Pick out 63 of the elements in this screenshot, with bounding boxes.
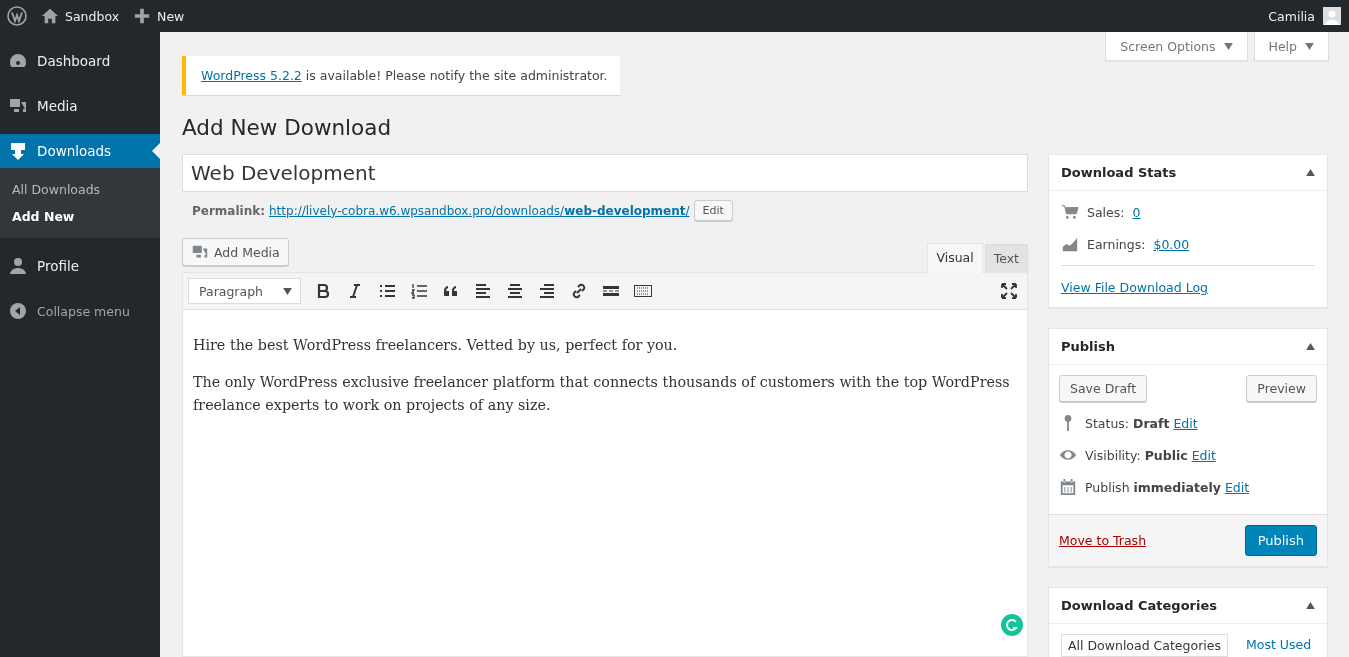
stat-label: Earnings: (1087, 236, 1146, 252)
submenu-item[interactable]: All Downloads (0, 176, 160, 203)
format-select[interactable]: Paragraph (188, 278, 301, 304)
screen-meta-tab[interactable]: Help (1253, 32, 1329, 61)
publish-setting: Publish immediately Edit (1085, 479, 1250, 495)
publish-button[interactable]: Publish (1244, 525, 1317, 556)
stat-value-link[interactable]: $0.00 (1153, 236, 1190, 252)
box-title: Publish (1061, 339, 1115, 354)
site-link[interactable]: Sandbox (41, 7, 120, 25)
editor-tab[interactable]: Text (984, 244, 1028, 272)
fullscreen-icon[interactable] (999, 281, 1019, 301)
page-title: Add New Download (182, 115, 393, 140)
screen-meta-tab[interactable]: Screen Options (1105, 32, 1248, 61)
numbered-list-icon[interactable] (409, 281, 429, 301)
edit-button[interactable]: Edit (693, 200, 733, 221)
category-tab[interactable]: All Download Categories (1061, 634, 1228, 657)
permalink-label: Permalink: (192, 203, 265, 218)
publish-setting: Visibility: Public Edit (1085, 447, 1216, 463)
edit-link[interactable]: Edit (1191, 447, 1216, 463)
caret-icon (1305, 42, 1314, 50)
calendar-icon (1059, 478, 1077, 496)
stat-label: Sales: (1087, 204, 1125, 220)
paragraph: The only WordPress exclusive freelancer platform that connects thousands of customers with the top WordPress freelance experts to work on projects of any size. (193, 372, 1011, 415)
menu-item[interactable]: Profile (0, 249, 160, 283)
caret-icon (1223, 42, 1233, 50)
wordpress-logo-icon[interactable] (7, 6, 27, 26)
collapse-toggle-icon[interactable] (1306, 343, 1315, 350)
menu-item[interactable]: Media (0, 89, 160, 123)
notice-link[interactable]: WordPress 5.2.2 (201, 68, 302, 83)
plus-icon (133, 7, 152, 25)
permalink-link[interactable]: http://lively-cobra.w6.wpsandbox.pro/downloads/web-development/ (269, 203, 690, 218)
save-draft-button[interactable]: Save Draft (1059, 375, 1148, 402)
collapse-toggle-icon[interactable] (1306, 602, 1315, 609)
align-left-icon[interactable] (473, 281, 493, 301)
publish-setting: Status: Draft Edit (1085, 415, 1198, 431)
edit-link[interactable]: Edit (1224, 479, 1250, 495)
user-link[interactable]: Camilia (1268, 8, 1315, 24)
cart-icon (1061, 203, 1079, 221)
download-icon (8, 141, 28, 161)
box-title: Download Stats (1061, 165, 1177, 180)
add-media-button[interactable]: Add Media (182, 238, 289, 266)
caret-icon (283, 287, 292, 295)
collapse-menu-button[interactable]: Collapse menu (0, 294, 160, 328)
align-right-icon[interactable] (537, 281, 557, 301)
title-field[interactable]: Web Development (182, 154, 1028, 192)
collapse-toggle-icon[interactable] (1306, 169, 1315, 176)
download-log-link[interactable]: View File Download Log (1061, 280, 1208, 295)
move-to-trash-link[interactable]: Move to Trash (1059, 533, 1147, 548)
submenu-item[interactable]: Add New (0, 203, 160, 230)
menu-item[interactable]: Dashboard (0, 44, 160, 78)
editor-tab[interactable]: Visual (927, 243, 983, 273)
new-link[interactable]: New (133, 7, 185, 25)
align-center-icon[interactable] (505, 281, 525, 301)
category-tab[interactable]: Most Used (1239, 634, 1318, 657)
home-icon (41, 7, 59, 25)
menu-item[interactable]: Downloads (0, 134, 160, 168)
box-title: Download Categories (1061, 598, 1217, 613)
person-icon (8, 256, 28, 276)
paragraph: Hire the best WordPress freelancers. Vetted by us, perfect for you. (193, 336, 679, 355)
notice-text: WordPress 5.2.2 is available! Please notify the site administrator. (201, 68, 608, 83)
edit-link[interactable]: Edit (1173, 415, 1198, 431)
preview-button[interactable]: Preview (1246, 375, 1317, 402)
stat-value-link[interactable]: 0 (1132, 204, 1141, 220)
